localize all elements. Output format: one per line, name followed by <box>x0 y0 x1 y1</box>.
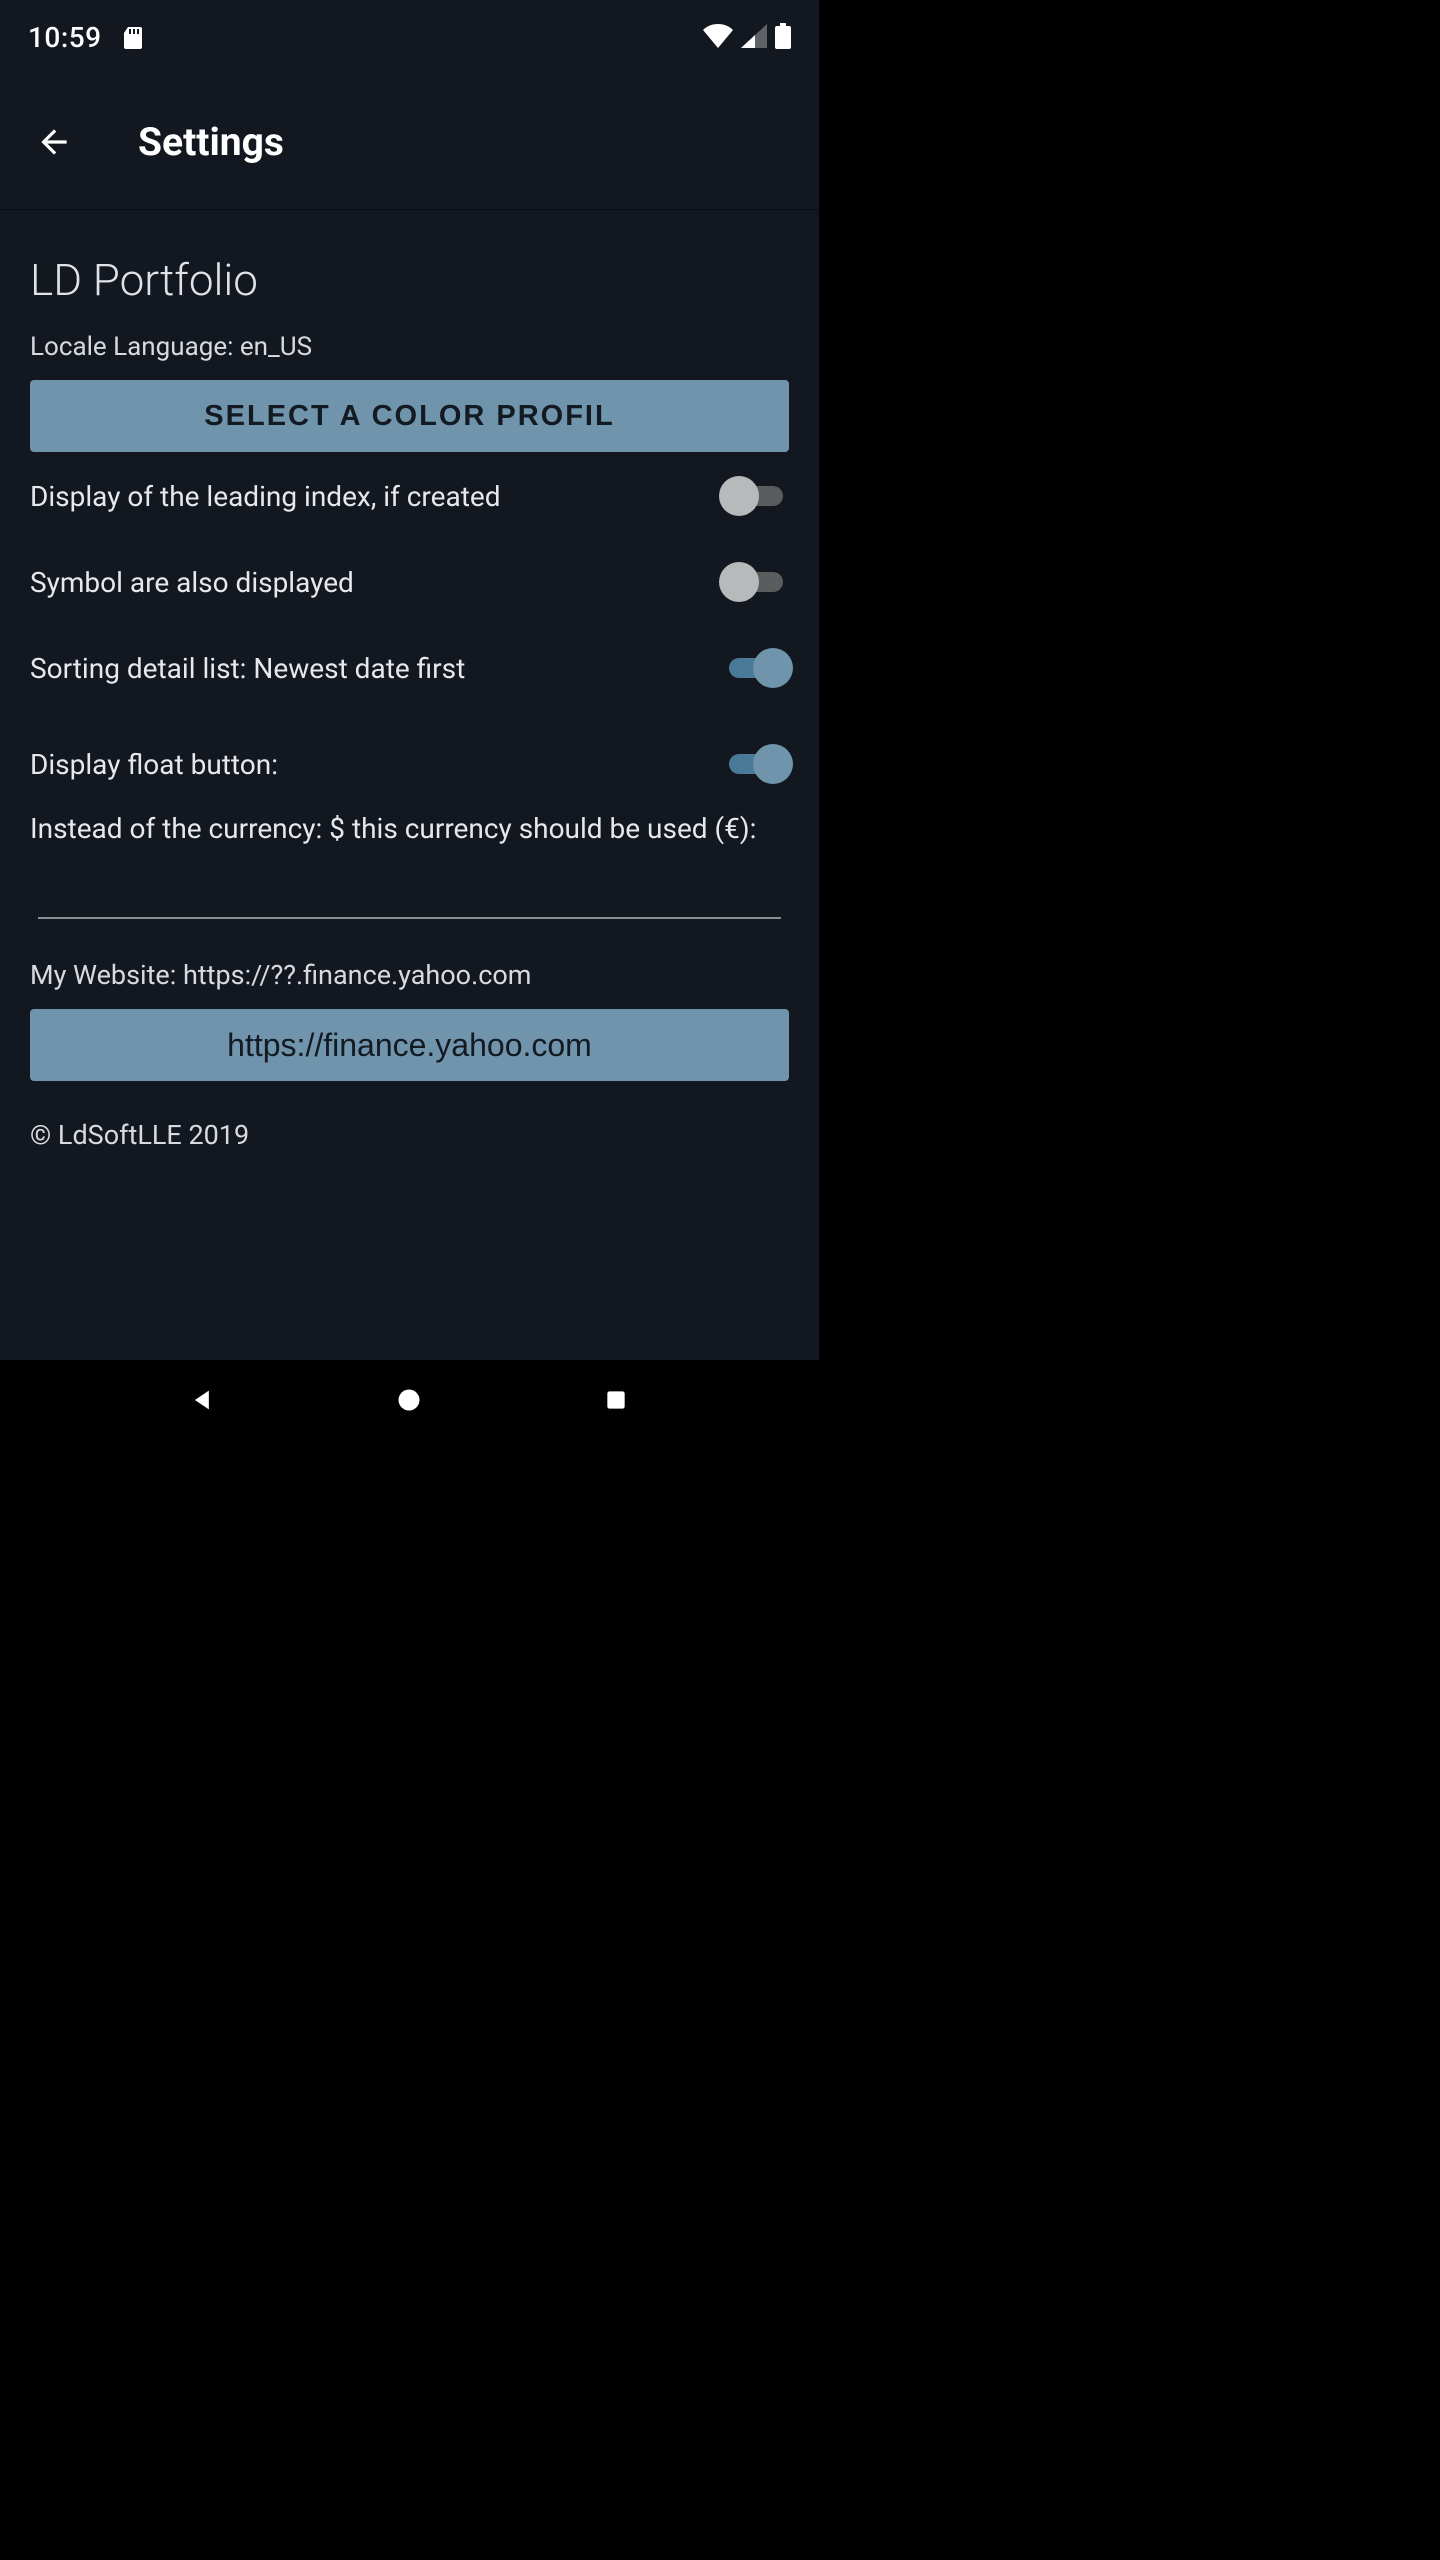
setting-row-symbol: Symbol are also displayed <box>30 538 789 624</box>
nav-back-button[interactable] <box>179 1376 227 1424</box>
nav-home-button[interactable] <box>385 1376 433 1424</box>
square-icon <box>603 1387 629 1413</box>
setting-label: Display float button: <box>30 748 723 781</box>
setting-label: Sorting detail list: Newest date first <box>30 652 723 685</box>
arrow-left-icon <box>35 123 73 161</box>
triangle-left-icon <box>189 1386 217 1414</box>
setting-label: Display of the leading index, if created <box>30 480 723 513</box>
page-title: Settings <box>138 119 284 165</box>
website-button[interactable]: https://finance.yahoo.com <box>30 1009 789 1081</box>
wifi-icon <box>703 24 733 52</box>
toggle-sort[interactable] <box>723 648 789 688</box>
toggle-float-button[interactable] <box>723 744 789 784</box>
currency-input[interactable] <box>38 845 781 919</box>
setting-row-leading-index: Display of the leading index, if created <box>30 452 789 538</box>
system-nav-bar <box>0 1360 819 1440</box>
nav-recents-button[interactable] <box>592 1376 640 1424</box>
website-label: My Website: https://??.finance.yahoo.com <box>30 959 789 991</box>
circle-icon <box>395 1386 423 1414</box>
locale-label: Locale Language: en_US <box>30 332 789 362</box>
settings-content: LD Portfolio Locale Language: en_US SELE… <box>0 210 819 1151</box>
toggle-leading-index[interactable] <box>723 476 789 516</box>
cell-signal-icon <box>741 24 767 52</box>
copyright-label: © LdSoftLLE 2019 <box>30 1119 789 1151</box>
status-bar: 10:59 <box>0 0 819 75</box>
status-time: 10:59 <box>28 21 102 54</box>
battery-icon <box>775 23 791 53</box>
setting-row-sort: Sorting detail list: Newest date first <box>30 624 789 710</box>
color-profile-button[interactable]: SELECT A COLOR PROFIL <box>30 380 789 452</box>
back-button[interactable] <box>30 118 78 166</box>
sd-card-icon <box>124 27 142 49</box>
currency-label: Instead of the currency: $ this currency… <box>30 806 789 845</box>
toggle-symbol[interactable] <box>723 562 789 602</box>
setting-label: Symbol are also displayed <box>30 566 723 599</box>
setting-row-float-button: Display float button: <box>30 710 789 806</box>
app-bar: Settings <box>0 75 819 210</box>
section-title: LD Portfolio <box>30 254 789 306</box>
